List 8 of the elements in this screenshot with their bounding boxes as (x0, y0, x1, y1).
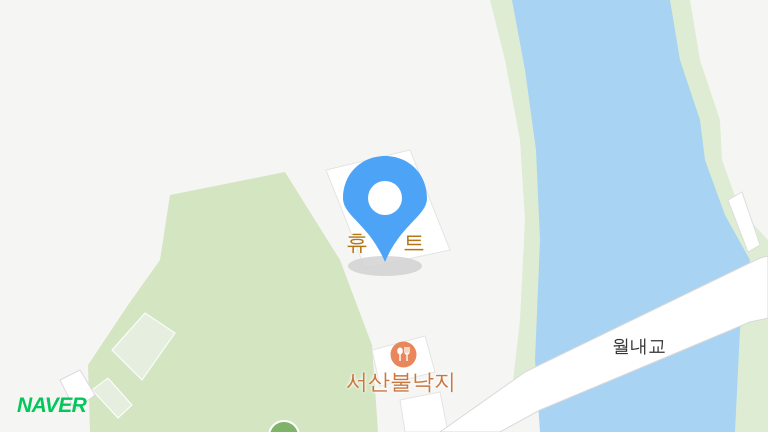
place-label: 휴 (346, 233, 368, 255)
place-label: 트 (403, 233, 425, 255)
location-pin-icon[interactable] (341, 154, 429, 264)
place-label: 서산불낙지 (346, 372, 456, 394)
map-view[interactable]: 휴 트 월내교 서산불낙지 NAVER (0, 0, 768, 432)
fork-spoon-icon[interactable] (390, 341, 417, 368)
logo: NAVER (17, 395, 86, 416)
bridge-label: 월내교 (612, 338, 666, 356)
